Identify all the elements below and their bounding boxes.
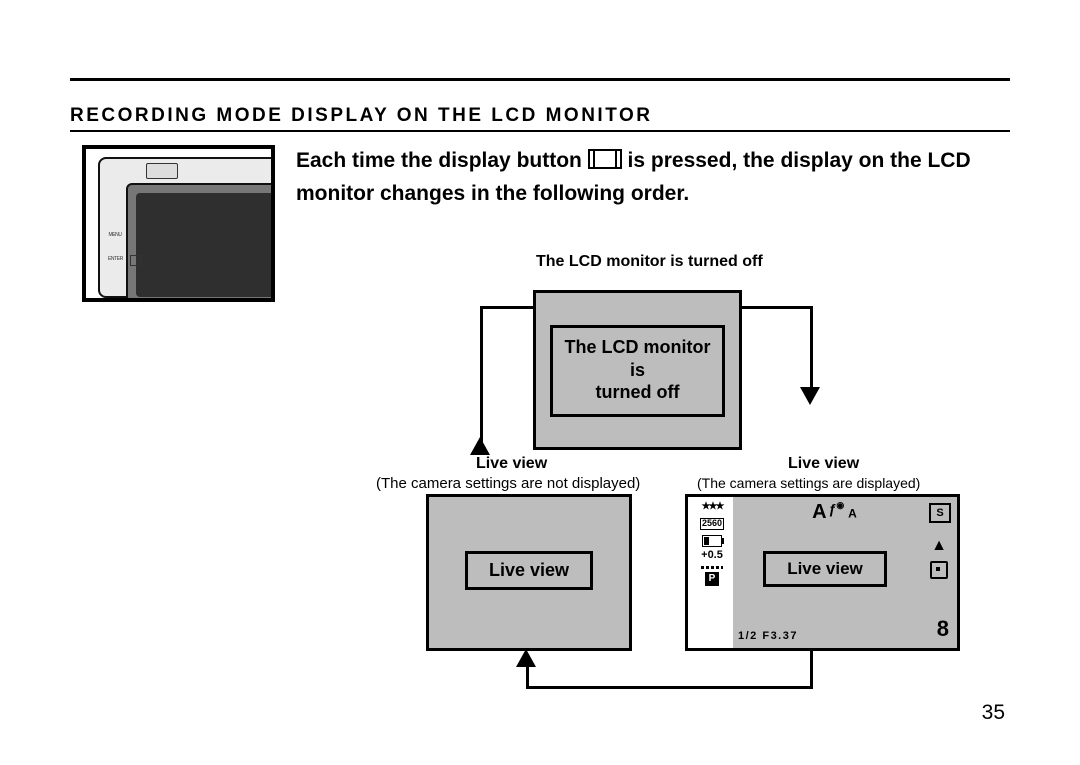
rule-title bbox=[70, 130, 1010, 132]
arrow-lv2-to-lv1-h bbox=[526, 686, 813, 689]
frames-remaining: 8 bbox=[937, 616, 949, 642]
quality-icon: ★★★ bbox=[692, 501, 732, 512]
arrow-lv2-to-lv1-head bbox=[516, 649, 536, 667]
menu-label: MENU bbox=[108, 225, 122, 245]
state-lv2-box: ★★★ 2560 +0.5 P A ƒ◉ A S ▲ Live view 1/2… bbox=[685, 494, 960, 651]
state-lv1-box: Live view bbox=[426, 494, 632, 651]
lv2-label: Live view bbox=[763, 551, 887, 587]
enter-label: ENTER bbox=[108, 249, 122, 269]
camera-lcd bbox=[126, 183, 275, 302]
state-off-box: The LCD monitor is turned off bbox=[533, 290, 742, 450]
arrow-off-to-lv2-h bbox=[739, 306, 813, 309]
auto-icon: A bbox=[812, 501, 826, 524]
state-lv1-title: Live view bbox=[476, 455, 547, 473]
off-line1: The LCD monitor is bbox=[557, 336, 718, 381]
intro-text: Each time the display button is pressed,… bbox=[296, 145, 1010, 210]
display-button-icon bbox=[588, 149, 622, 169]
lv1-label: Live view bbox=[465, 551, 593, 590]
power-label: Power bbox=[274, 161, 275, 168]
p-mode-badge: P bbox=[705, 572, 719, 586]
arrow-off-to-lv2-v bbox=[810, 306, 813, 389]
state-off-box-inner: The LCD monitor is turned off bbox=[550, 325, 725, 417]
spot-meter-icon bbox=[930, 561, 948, 579]
camera-illustration: Power MENU ENTER bbox=[82, 145, 275, 302]
arrow-lv1-to-off-head bbox=[470, 437, 490, 455]
lv2-left-column: ★★★ 2560 +0.5 P bbox=[692, 501, 732, 588]
s-badge: S bbox=[929, 503, 951, 523]
resolution-badge: 2560 bbox=[700, 518, 724, 530]
state-lv2-subtitle: (The camera settings are displayed) bbox=[697, 475, 920, 491]
ev-value: +0.5 bbox=[692, 549, 732, 561]
arrow-lv1-to-off-v bbox=[480, 306, 483, 454]
section-title: RECORDING MODE DISPLAY ON THE LCD MONITO… bbox=[70, 105, 652, 127]
arrow-lv2-to-lv1-v1 bbox=[810, 648, 813, 688]
arrow-off-to-lv2-head bbox=[800, 387, 820, 405]
redeye-icon: ◉ bbox=[836, 500, 844, 510]
lv2-top-row: A ƒ◉ A S bbox=[738, 501, 951, 524]
scale-icon bbox=[701, 566, 723, 569]
off-line2: turned off bbox=[557, 381, 718, 404]
mountain-icon: ▲ bbox=[927, 537, 951, 555]
shutter-aperture: 1/2 F3.37 bbox=[738, 630, 798, 642]
state-lv2-title: Live view bbox=[788, 455, 859, 473]
camera-button-column: MENU ENTER bbox=[108, 199, 122, 273]
battery-icon bbox=[702, 535, 722, 547]
display-icon bbox=[130, 255, 141, 266]
rule-top bbox=[70, 78, 1010, 81]
arrow-lv1-to-off-h bbox=[480, 306, 533, 309]
lv2-bottom-row: 1/2 F3.37 8 bbox=[738, 616, 949, 642]
camera-small-window bbox=[146, 163, 178, 179]
lv2-right-column: ▲ bbox=[927, 537, 951, 585]
arrow-lv2-to-lv1-v2 bbox=[526, 666, 529, 688]
state-lv1-subtitle: (The camera settings are not displayed) bbox=[376, 475, 640, 492]
page-number: 35 bbox=[982, 701, 1005, 725]
intro-part1: Each time the display button bbox=[296, 149, 588, 172]
state-off-label: The LCD monitor is turned off bbox=[536, 253, 763, 271]
